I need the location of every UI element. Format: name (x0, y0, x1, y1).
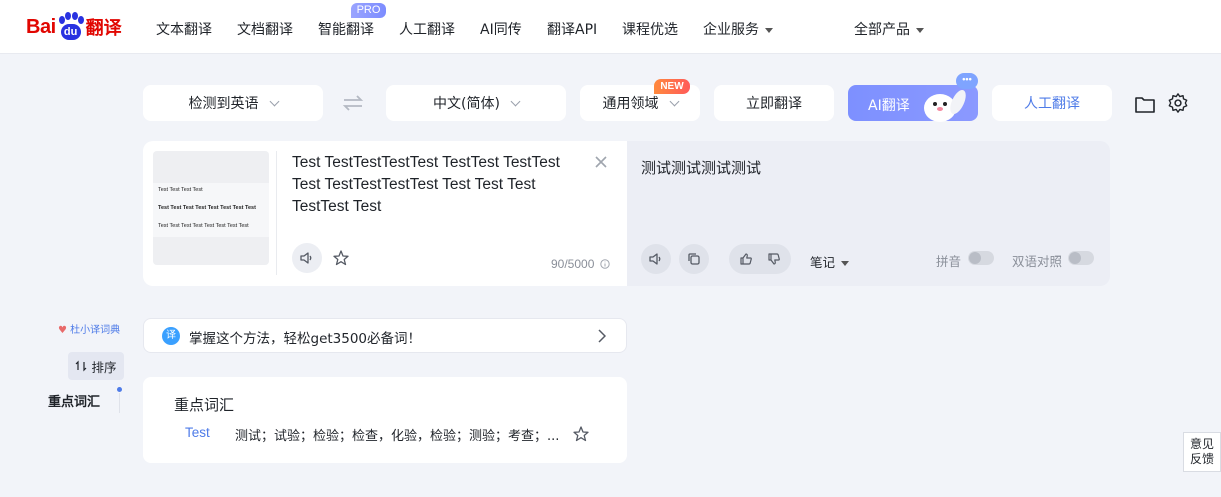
feedback-line: 意见 (1189, 437, 1214, 451)
nav-all-products[interactable]: 全部产品 (854, 19, 924, 39)
panel-divider (276, 151, 277, 275)
caret-down-icon (765, 27, 773, 33)
translation-output: 测试测试测试测试 (641, 159, 762, 177)
pro-badge: PRO (351, 3, 386, 18)
nav-courses[interactable]: 课程优选 (622, 19, 678, 39)
thumbnail-block (153, 237, 269, 265)
key-vocab-title: 重点词汇 (174, 396, 235, 414)
nav-all-products-label: 全部产品 (854, 22, 910, 38)
top-nav: Bai du 翻译 文本翻译 文档翻译 智能翻译 PRO 人工翻译 AI同传 翻… (0, 0, 1221, 54)
star-icon[interactable] (572, 425, 590, 443)
thumbs-up-icon[interactable] (739, 252, 753, 266)
nav-text-translate[interactable]: 文本翻译 (156, 19, 212, 39)
swap-languages-icon[interactable] (342, 94, 364, 112)
sort-label: 排序 (91, 359, 117, 375)
baidu-fanyi-logo[interactable]: Bai du 翻译 (26, 10, 122, 44)
bilingual-label: 双语对照 (1012, 254, 1063, 269)
document-thumbnail[interactable]: Test Test Test Test Test Test Test Test … (153, 151, 269, 265)
translate-now-label: 立即翻译 (746, 96, 802, 112)
star-icon[interactable] (332, 249, 350, 267)
thumbnail-block (153, 151, 269, 183)
feedback-line: 反馈 (1189, 452, 1214, 466)
vocab-definition: 测试；试验；检验；检查，化验，检验；测验；考查；... (235, 429, 560, 444)
logo-text-du: du (60, 24, 81, 40)
translate-now-button[interactable]: 立即翻译 (714, 85, 834, 121)
thumbnail-line: Test Test Test Test (158, 187, 203, 193)
folder-icon[interactable] (1134, 94, 1156, 114)
thumbs-down-icon[interactable] (767, 252, 781, 266)
promo-banner[interactable]: 译 掌握这个方法，轻松get3500必备词！ (143, 318, 627, 353)
nav-enterprise-label: 企业服务 (703, 22, 759, 38)
feedback-pill (729, 244, 791, 274)
bilingual-toggle[interactable] (1068, 251, 1094, 265)
caret-down-icon (841, 261, 850, 266)
chevron-down-icon (510, 96, 521, 106)
notes-label: 笔记 (810, 255, 836, 270)
pinyin-label: 拼音 (936, 254, 962, 269)
source-language-select[interactable]: 检测到英语 (143, 85, 323, 121)
vocab-word[interactable]: Test (185, 425, 210, 440)
logo-text-fanyi: 翻译 (85, 18, 122, 39)
thumbnail-line: Test Test Test Test Test Test Test Test (158, 223, 249, 229)
logo-text-bai: Bai (26, 15, 56, 38)
target-language-label: 中文(简体) (433, 96, 500, 112)
nav-enterprise[interactable]: 企业服务 (703, 19, 773, 39)
chat-bubble-icon: ••• (956, 73, 978, 89)
new-badge: NEW (654, 79, 690, 94)
dict-link[interactable]: ♥ 杜小译词典 (58, 321, 120, 336)
human-translate-label: 人工翻译 (1024, 96, 1080, 112)
thumbnail-line: Test Test Test Test Test Test Test Test (158, 205, 256, 211)
source-speak-button[interactable] (292, 243, 322, 273)
source-panel: Test Test Test Test Test Test Test Test … (143, 141, 627, 286)
notes-dropdown[interactable]: 笔记 (810, 252, 850, 271)
nav-ai-simultaneous[interactable]: AI同传 (480, 19, 522, 39)
target-panel: 测试测试测试测试 笔记 拼音 双语对照 (627, 141, 1110, 286)
caret-down-icon (916, 27, 924, 33)
target-language-select[interactable]: 中文(简体) (386, 85, 566, 121)
speaker-icon (300, 252, 312, 264)
info-icon[interactable] (600, 259, 610, 269)
sort-button[interactable]: 排序 (68, 352, 124, 380)
pinyin-toggle[interactable] (968, 251, 994, 265)
nav-smart-translate[interactable]: 智能翻译 (318, 19, 374, 39)
close-icon[interactable] (594, 155, 608, 169)
feedback-button[interactable]: 意见 反馈 (1183, 432, 1221, 472)
speaker-icon (649, 253, 661, 265)
source-text-input[interactable]: Test TestTestTestTest TestTest TestTest … (292, 152, 582, 218)
domain-label: 通用领域 (602, 96, 659, 112)
nav-translate-api[interactable]: 翻译API (547, 19, 597, 39)
sidebar-item-key-vocab[interactable]: 重点词汇 (48, 391, 100, 410)
char-counter: 90/5000 (551, 257, 595, 271)
ai-translate-label: AI翻译 (868, 98, 910, 114)
sort-icon (76, 360, 87, 372)
chevron-down-icon (669, 96, 679, 106)
chevron-down-icon (269, 96, 279, 106)
baidu-paw-icon: du (57, 12, 85, 42)
bunny-mascot-icon (924, 89, 966, 122)
promo-banner-text: 掌握这个方法，轻松get3500必备词！ (189, 331, 422, 347)
key-vocab-card: 重点词汇 Test 测试；试验；检验；检查，化验，检验；测验；考查；... (143, 377, 627, 463)
source-language-label: 检测到英语 (188, 96, 259, 112)
nav-human-translate[interactable]: 人工翻译 (399, 19, 455, 39)
sidebar-track (119, 393, 120, 413)
active-dot (117, 387, 122, 392)
dict-bell-icon: ♥ (58, 325, 67, 336)
copy-icon (688, 253, 700, 265)
copy-button[interactable] (679, 244, 709, 274)
chevron-right-icon (598, 329, 606, 343)
nav-doc-translate[interactable]: 文档翻译 (237, 19, 293, 39)
gear-icon[interactable] (1167, 92, 1189, 114)
dict-link-label: 杜小译词典 (70, 325, 121, 336)
human-translate-button[interactable]: 人工翻译 (992, 85, 1112, 121)
translate-badge-icon: 译 (162, 327, 180, 345)
target-speak-button[interactable] (641, 244, 671, 274)
